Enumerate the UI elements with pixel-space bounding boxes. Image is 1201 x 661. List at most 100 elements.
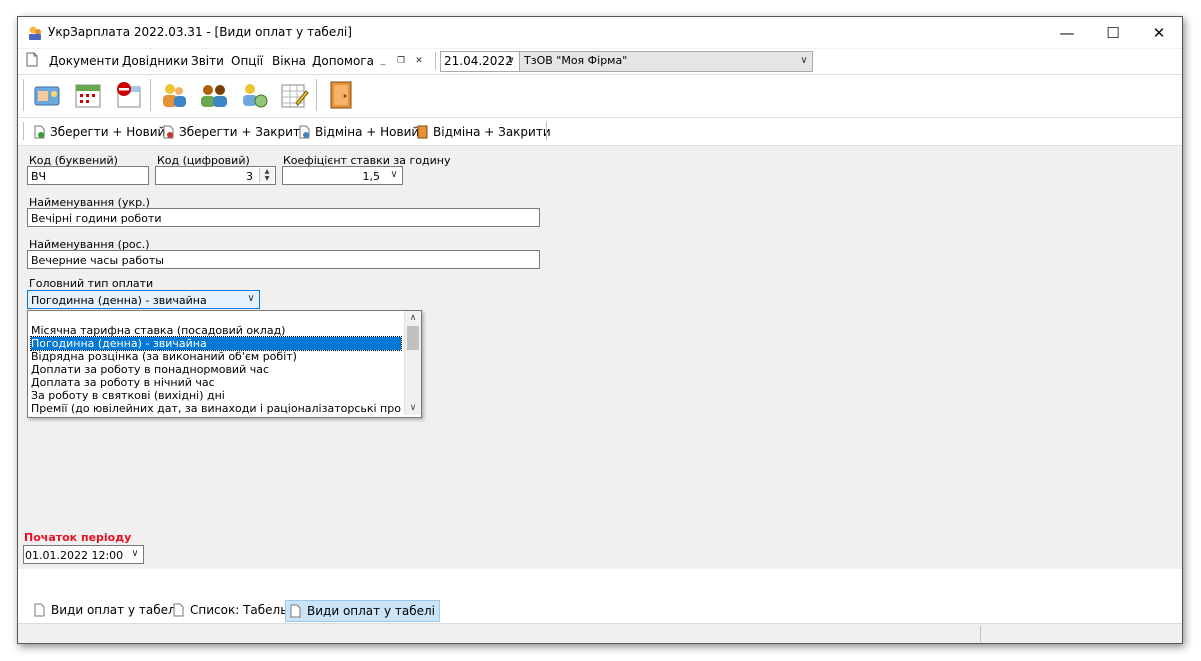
toolbar-separator: [150, 79, 151, 111]
tab-label: Список: Табель: [190, 603, 288, 617]
app-logo-icon: [29, 26, 41, 40]
menu-reports[interactable]: Звіти: [191, 54, 224, 68]
tab-label: Види оплат у табелі: [51, 603, 180, 617]
code-digit-stepper[interactable]: 3 ▲ ▼: [155, 166, 276, 185]
tab-timesheet-list[interactable]: Список: Табель: [169, 600, 291, 620]
close-button[interactable]: ✕: [1136, 17, 1182, 48]
save-close-label: Зберегти + Закрити: [179, 125, 308, 139]
main-type-label: Головний тип оплати: [29, 277, 154, 290]
payroll-card-icon[interactable]: [32, 79, 64, 111]
dropdown-option[interactable]: Доплати за роботу в понаднормовий час: [31, 363, 401, 376]
toolbar-separator: [316, 79, 317, 111]
status-separator: [980, 626, 981, 642]
save-close-button[interactable]: Зберегти + Закрити: [163, 123, 308, 141]
staff-settings-icon[interactable]: [238, 79, 270, 111]
code-letter-value: ВЧ: [31, 170, 47, 183]
chevron-up-icon[interactable]: ∧: [405, 311, 421, 325]
chevron-down-icon: ∨: [800, 55, 808, 66]
cancel-close-label: Відміна + Закрити: [433, 125, 551, 139]
minimize-button[interactable]: —: [1044, 17, 1090, 48]
tab-pay-types-1[interactable]: Види оплат у табелі: [30, 600, 183, 620]
chevron-down-icon: ∨: [390, 169, 398, 180]
mdi-close-button[interactable]: ✕: [413, 55, 425, 67]
chevron-down-icon: ∨: [507, 55, 515, 66]
menu-documents[interactable]: Документи: [49, 54, 119, 68]
timesheet-icon[interactable]: [278, 79, 310, 111]
document-icon: [173, 603, 184, 617]
main-type-dropdown-list[interactable]: Місячна тарифна ставка (посадовий оклад)…: [27, 310, 422, 418]
document-icon: [290, 604, 301, 618]
document-icon: [34, 603, 45, 617]
employee-icon[interactable]: [158, 79, 190, 111]
save-new-button[interactable]: Зберегти + Новий: [34, 123, 165, 141]
code-letter-input[interactable]: ВЧ: [27, 166, 149, 185]
period-start-value: 01.01.2022 12:00: [25, 549, 124, 562]
toolbar-separator: [546, 122, 547, 140]
cancel-new-label: Відміна + Новий: [315, 125, 420, 139]
minimize-icon: —: [1059, 23, 1075, 42]
icon-toolbar: [18, 75, 1182, 118]
cancel-new-icon: [299, 125, 310, 139]
scrollbar-thumb[interactable]: [407, 326, 419, 350]
menu-separator: [435, 52, 436, 70]
date-select-value: 21.04.2022: [444, 54, 513, 68]
menu-windows[interactable]: Вікна: [272, 54, 306, 68]
title-bar: УкрЗарплата 2022.03.31 - [Види оплат у т…: [18, 17, 1182, 48]
menu-options[interactable]: Опції: [231, 54, 263, 68]
dropdown-option-selected[interactable]: Погодинна (денна) - звичайна: [30, 336, 402, 351]
calendar-icon[interactable]: [72, 79, 104, 111]
code-digit-value: 3: [246, 170, 253, 183]
firm-select[interactable]: ТзОВ "Моя Фірма" ∨: [519, 51, 813, 72]
menu-help[interactable]: Допомога: [312, 54, 374, 68]
mdi-restore-button[interactable]: ❐: [395, 55, 407, 67]
cancel-new-button[interactable]: Відміна + Новий: [299, 123, 419, 141]
calendar-block-icon[interactable]: [112, 79, 144, 111]
period-start-select[interactable]: 01.01.2022 12:00 ∨: [23, 545, 144, 564]
door-icon: [417, 125, 428, 139]
dropdown-option[interactable]: Премії (до ювілейних дат, за винаходи і …: [31, 402, 401, 415]
chevron-down-icon[interactable]: ∨: [405, 401, 421, 415]
mdi-minimize-button[interactable]: _: [377, 55, 389, 67]
spin-down-icon[interactable]: ▼: [260, 175, 274, 182]
dropdown-scrollbar[interactable]: ∧ ∨: [404, 311, 421, 415]
exit-door-icon[interactable]: [325, 79, 357, 111]
dropdown-option[interactable]: Місячна тарифна ставка (посадовий оклад): [31, 324, 401, 337]
status-bar: [18, 623, 1182, 643]
save-new-label: Зберегти + Новий: [50, 125, 166, 139]
period-start-label: Початок періоду: [24, 531, 132, 544]
main-type-select[interactable]: Погодинна (денна) - звичайна ∨: [27, 290, 260, 309]
app-window: УкрЗарплата 2022.03.31 - [Види оплат у т…: [17, 16, 1183, 644]
tab-label: Види оплат у табелі: [307, 604, 436, 618]
maximize-button[interactable]: ☐: [1090, 17, 1136, 48]
document-icon: [26, 52, 38, 67]
chevron-down-icon: ∨: [131, 548, 139, 559]
maximize-icon: ☐: [1106, 23, 1120, 42]
menu-directories[interactable]: Довідники: [122, 54, 188, 68]
spin-buttons[interactable]: ▲ ▼: [259, 168, 274, 183]
spin-up-icon[interactable]: ▲: [260, 168, 274, 175]
date-select[interactable]: 21.04.2022 ∨: [440, 51, 520, 72]
name-rus-input[interactable]: Вечерние часы работы: [27, 250, 540, 269]
cancel-close-button[interactable]: Відміна + Закрити: [417, 123, 551, 141]
save-new-icon: [34, 125, 45, 139]
close-icon: ✕: [1152, 23, 1166, 42]
dropdown-option[interactable]: Доплата за роботу в нічний час: [31, 376, 401, 389]
save-close-icon: [163, 125, 174, 139]
chevron-down-icon: ∨: [247, 293, 255, 304]
toolbar-grip: [23, 122, 24, 140]
action-toolbar: Зберегти + Новий Зберегти + Закрити Відм…: [18, 118, 1182, 146]
name-rus-value: Вечерние часы работы: [31, 254, 164, 267]
employees-group-icon[interactable]: [198, 79, 230, 111]
firm-select-value: ТзОВ "Моя Фірма": [524, 54, 628, 67]
toolbar-grip: [23, 79, 24, 111]
window-tabs: Види оплат у табелі Список: Табель Види …: [18, 598, 1182, 622]
name-ukr-value: Вечірні години роботи: [31, 212, 162, 225]
dropdown-option[interactable]: Відрядна розцінка (за виконаний об'єм ро…: [31, 350, 401, 363]
rate-select[interactable]: 1,5 ∨: [282, 166, 403, 185]
name-ukr-input[interactable]: Вечірні години роботи: [27, 208, 540, 227]
dropdown-option[interactable]: За роботу в святкові (вихідні) дні: [31, 389, 401, 402]
menu-bar: Документи Довідники Звіти Опції Вікна До…: [18, 49, 1182, 75]
window-title: УкрЗарплата 2022.03.31 - [Види оплат у т…: [48, 25, 352, 39]
tab-pay-types-2[interactable]: Види оплат у табелі: [285, 600, 441, 622]
rate-value: 1,5: [362, 170, 381, 183]
